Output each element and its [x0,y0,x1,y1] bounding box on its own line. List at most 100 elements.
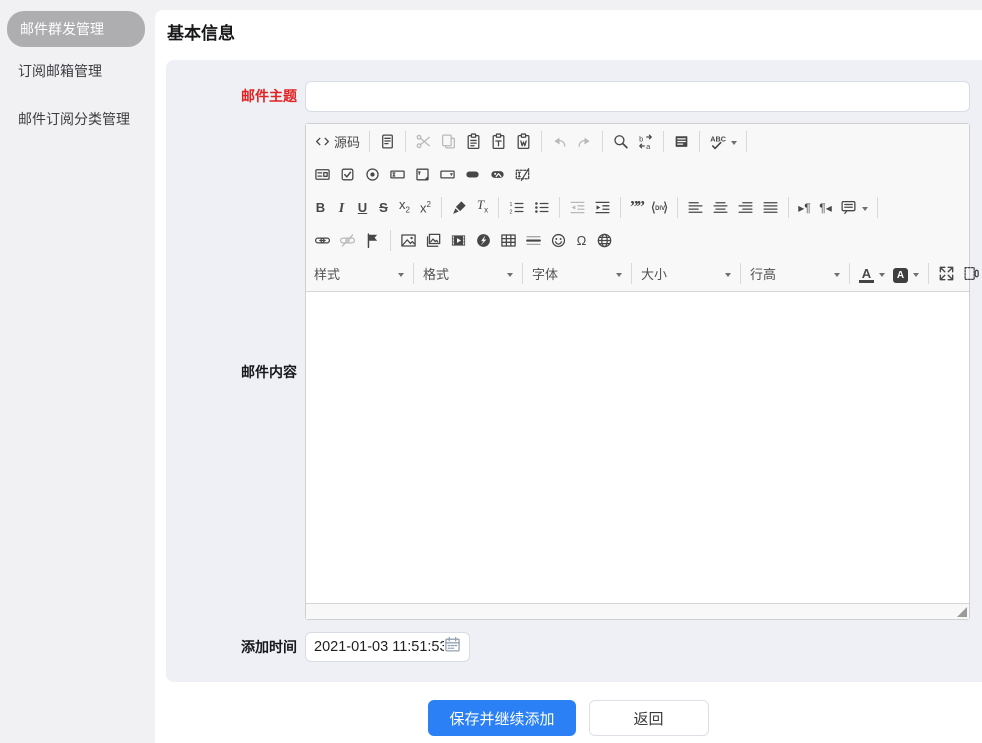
insert-image-button-button[interactable] [485,163,510,186]
paste-from-word-button[interactable] [511,130,536,153]
resize-handle-icon[interactable] [957,607,967,617]
superscript-button[interactable]: x2 [415,194,436,220]
indent-button[interactable] [590,196,615,219]
underline-icon: U [356,199,369,217]
italic-button[interactable]: I [331,196,352,220]
text-color-button[interactable]: A [855,262,889,286]
flash-button[interactable] [471,229,496,252]
strikethrough-button[interactable]: S [373,196,394,220]
sidebar-item-subscribe-mailbox-management[interactable]: 订阅邮箱管理 [0,47,150,95]
find-icon [612,133,629,150]
div-container-button[interactable]: DIV [647,196,672,219]
unlink-button [335,229,360,252]
sidebar-item-mail-mass-management[interactable]: 邮件群发管理 [7,11,145,47]
text-color-icon: A [859,265,874,283]
paste-as-text-button[interactable] [486,130,511,153]
iframe-button[interactable] [592,229,617,252]
svg-text:DIV: DIV [655,206,665,212]
page-title: 基本信息 [167,19,235,44]
insert-textarea-button[interactable] [410,163,435,186]
bold-button[interactable]: B [310,196,331,220]
image-button[interactable] [396,229,421,252]
copy-formatting-button[interactable] [447,196,472,219]
styles-combo[interactable]: 样式 [310,262,408,285]
font-combo[interactable]: 字体 [528,262,626,285]
align-center-button[interactable] [708,196,733,219]
find-button[interactable] [608,130,633,153]
show-blocks-icon [963,265,980,282]
blockquote-button[interactable]: ”” [626,196,647,220]
copy-format-icon [451,199,468,216]
subscript-icon: x2 [398,196,411,219]
insert-text-field-button[interactable] [385,163,410,186]
text-direction-ltr-button[interactable]: ▸¶ [794,196,815,220]
insert-checkbox-button[interactable] [335,163,360,186]
link-button[interactable] [310,229,335,252]
align-center-icon [712,199,729,216]
insert-hidden-field-button[interactable] [510,163,535,186]
back-button[interactable]: 返回 [589,700,709,736]
unlink-icon [339,232,356,249]
font-size-combo[interactable]: 大小 [637,262,735,285]
format-combo[interactable]: 格式 [419,262,517,285]
chevron-down-icon [616,273,622,280]
replace-button[interactable]: ba [633,130,658,153]
combo-label: 样式 [314,264,340,283]
main-content: 基本信息 邮件主题 邮件内容 源码baABCBIUSx2x2Tx12””DIV▸… [155,10,982,743]
smiley-icon [550,232,567,249]
image-gallery-button[interactable] [421,229,446,252]
svg-text:b: b [639,135,643,144]
language-button[interactable] [836,196,872,219]
redo-button [572,130,597,153]
select-all-button[interactable] [669,130,694,153]
align-left-button[interactable] [683,196,708,219]
spellcheck-button[interactable]: ABC [705,130,741,153]
svg-text:a: a [646,142,651,150]
insert-button-button[interactable] [460,163,485,186]
show-blocks-button[interactable] [959,262,982,285]
subject-input[interactable] [305,81,970,112]
dir-rtl-icon: ¶◂ [819,199,832,217]
editor-content[interactable] [306,292,969,603]
sidebar-item-mail-subscribe-category-management[interactable]: 邮件订阅分类管理 [0,95,150,143]
align-justify-button[interactable] [758,196,783,219]
align-right-icon [737,199,754,216]
anchor-button[interactable] [360,229,385,252]
save-and-continue-button[interactable]: 保存并继续添加 [428,700,575,736]
template-icon [379,133,396,150]
content-row: 邮件内容 源码baABCBIUSx2x2Tx12””DIV▸¶¶◂Ω样式格式字体… [166,123,970,620]
paste-button[interactable] [461,130,486,153]
templates-button[interactable] [375,130,400,153]
text-direction-rtl-button[interactable]: ¶◂ [815,196,836,220]
background-color-button[interactable]: A [889,262,923,286]
action-buttons: 保存并继续添加 返回 [155,700,982,736]
calendar-icon[interactable] [444,636,461,658]
remove-format-button[interactable]: Tx [472,193,493,222]
smiley-button[interactable] [546,229,571,252]
subscript-button[interactable]: x2 [394,193,415,222]
special-character-button[interactable]: Ω [571,229,592,253]
bulleted-list-button[interactable] [529,196,554,219]
toolbar-separator [620,197,621,218]
maximize-button[interactable] [934,262,959,285]
insert-select-button[interactable] [435,163,460,186]
insert-form-button[interactable] [310,163,335,186]
align-right-button[interactable] [733,196,758,219]
editor-footer [306,603,969,619]
table-button[interactable] [496,229,521,252]
indent-icon [594,199,611,216]
horizontal-rule-button[interactable] [521,229,546,252]
source-icon [314,133,331,150]
combo-label: 大小 [641,264,667,283]
source-button[interactable]: 源码 [310,129,364,154]
div-container-icon: DIV [651,199,668,216]
insert-radio-button[interactable] [360,163,385,186]
special-char-icon: Ω [575,232,588,250]
add-time-input[interactable] [314,639,444,655]
video-button[interactable] [446,229,471,252]
line-height-combo[interactable]: 行高 [746,262,844,285]
underline-button[interactable]: U [352,196,373,220]
chevron-down-icon [879,273,885,280]
numbered-list-button[interactable]: 12 [504,196,529,219]
toolbar-separator [405,131,406,152]
